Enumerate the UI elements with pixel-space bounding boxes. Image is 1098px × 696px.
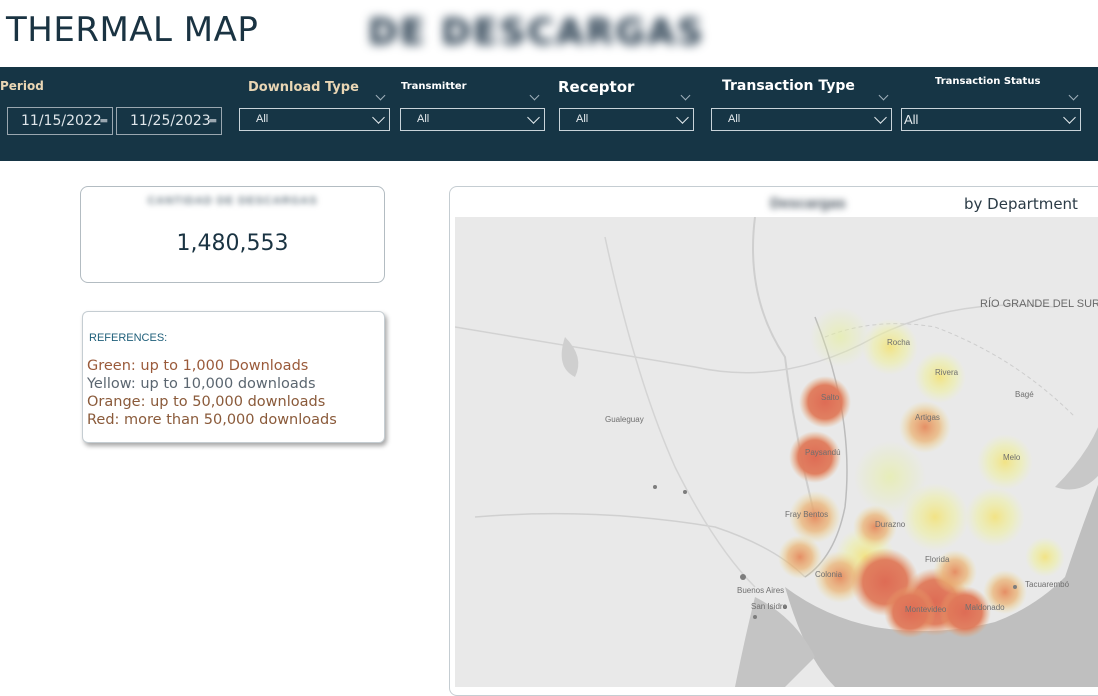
receptor-value: All: [576, 113, 589, 125]
references-heading: REFERENCES:: [89, 332, 168, 344]
map-label-fray-bentos: Fray Bentos: [785, 510, 828, 519]
transaction-type-value: All: [728, 113, 741, 125]
reference-yellow: Yellow: up to 10,000 downloads: [87, 376, 316, 392]
period-end-value: 11/25/2023: [130, 113, 211, 129]
map-label-region: RÍO GRANDE DEL SUR: [980, 297, 1098, 310]
map-label-paysandu: Paysandú: [805, 448, 841, 457]
period-start-value: 11/15/2022: [21, 113, 102, 129]
period-start-date[interactable]: 11/15/2022 ▬: [7, 107, 113, 135]
receptor-select[interactable]: All: [559, 108, 694, 131]
map-label-melo: Melo: [1003, 453, 1021, 462]
transmitter-select[interactable]: All: [400, 108, 545, 131]
kpi-value: 1,480,553: [176, 231, 289, 256]
download-type-select[interactable]: All: [239, 108, 390, 131]
map-label-bage: Bagé: [1015, 390, 1034, 399]
period-label: Period: [0, 79, 44, 93]
map-label-san-isidro: San Isidro: [751, 602, 788, 611]
map-label-tacuarembo: Artigas: [915, 413, 940, 422]
map-label-salto: Salto: [821, 393, 840, 402]
downloads-count-card: CANTIDAD DE DESCARGAS 1,480,553: [80, 186, 385, 283]
period-end-date[interactable]: 11/25/2023 ▬: [116, 107, 222, 135]
map-label-florida: Florida: [925, 555, 950, 564]
page-title-obscured: DE DESCARGAS: [368, 12, 705, 53]
reference-green: Green: up to 1,000 Downloads: [87, 358, 309, 374]
page-title: THERMAL MAP: [6, 10, 259, 50]
map-label-gualeguay: Gualeguay: [605, 415, 644, 424]
map-label-montevideo: Montevideo: [905, 605, 947, 614]
transmitter-label: Transmitter: [401, 81, 467, 92]
reference-red: Red: more than 50,000 downloads: [87, 412, 337, 428]
transaction-status-select[interactable]: All: [901, 108, 1081, 131]
map-label-rocha: Tacuarembó: [1025, 580, 1070, 589]
references-card: REFERENCES: Green: up to 1,000 Downloads…: [82, 311, 385, 443]
chevron-down-icon: [874, 111, 887, 124]
transaction-type-select[interactable]: All: [711, 108, 892, 131]
transaction-status-label: Transaction Status: [935, 76, 1041, 87]
map-label-artigas: Rocha: [887, 338, 911, 347]
chevron-down-icon: [1063, 111, 1076, 124]
transmitter-value: All: [417, 113, 430, 125]
reference-orange: Orange: up to 50,000 downloads: [87, 394, 326, 410]
transaction-type-label: Transaction Type: [722, 78, 855, 94]
map-label-buenos-aires: Buenos Aires: [737, 586, 784, 595]
map-label-colonia: Colonia: [815, 570, 843, 579]
chevron-down-icon: [676, 111, 689, 124]
kpi-label: CANTIDAD DE DESCARGAS: [147, 195, 318, 207]
calendar-icon[interactable]: ▬: [208, 108, 217, 134]
map-subtitle: by Department: [964, 195, 1078, 213]
calendar-icon[interactable]: ▬: [99, 108, 108, 134]
download-type-label: Download Type: [248, 80, 359, 95]
map-title: Descargas: [770, 195, 846, 212]
download-type-value: All: [256, 113, 269, 125]
map-label-durazno: Durazno: [875, 520, 906, 529]
map-label-rivera: Rivera: [935, 368, 959, 377]
transaction-status-value: All: [904, 112, 919, 127]
map-label-maldonado: Maldonado: [965, 603, 1005, 612]
heatmap-map[interactable]: RÍO GRANDE DEL SUR Rocha Rivera Salto Ar…: [455, 217, 1098, 687]
heatmap-card: Descargas by Department RÍO GRANDE DEL S…: [449, 186, 1098, 696]
chevron-down-icon: [372, 111, 385, 124]
chevron-down-icon: [527, 111, 540, 124]
receptor-label: Receptor: [558, 78, 635, 96]
